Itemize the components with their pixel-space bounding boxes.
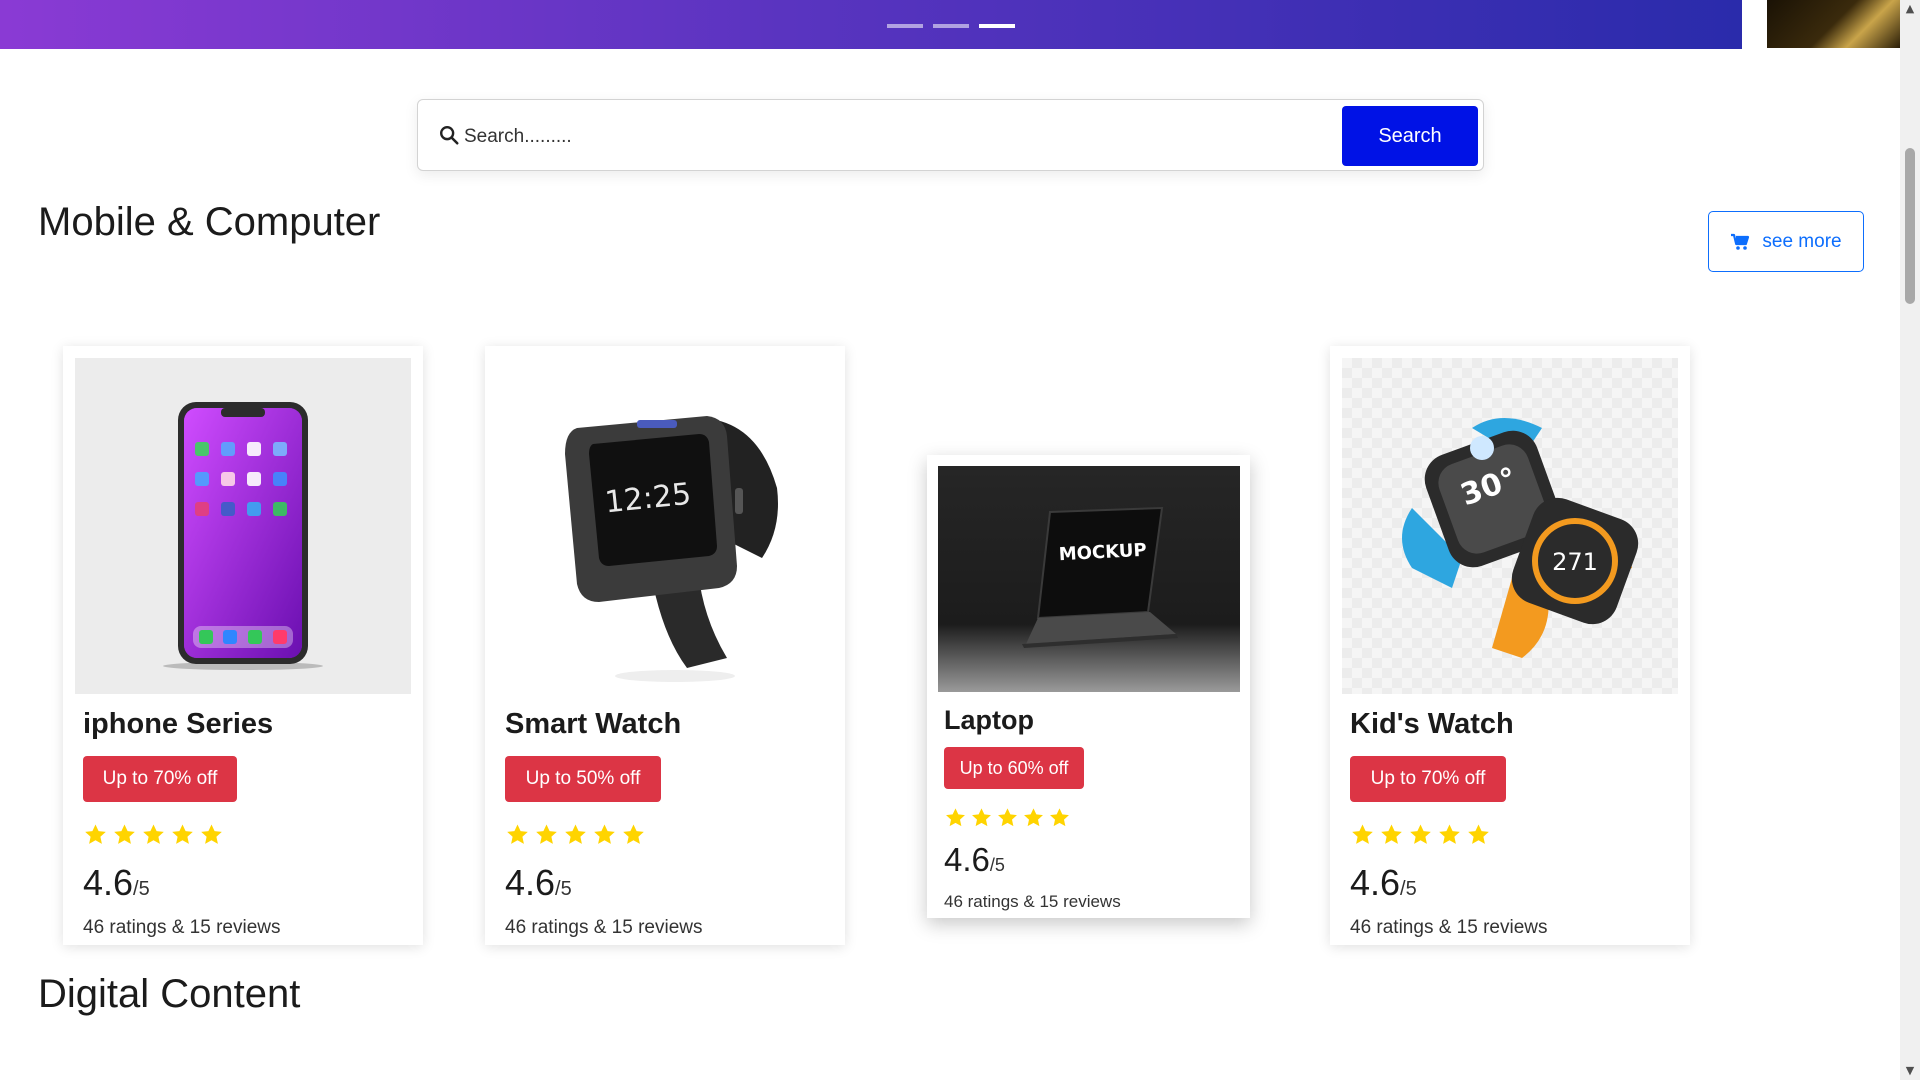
hero-carousel xyxy=(0,0,1742,49)
scrollbar-thumb[interactable] xyxy=(1905,148,1915,304)
rating-score: 4.6/5 xyxy=(1350,862,1417,903)
star-icon xyxy=(1439,824,1460,844)
star-icon xyxy=(946,808,965,827)
product-card-laptop[interactable]: MOCKUP Laptop Up to 60% off 4.6/5 46 rat… xyxy=(927,455,1250,918)
section-title-digital-content: Digital Content xyxy=(38,972,301,1016)
discount-badge: Up to 70% off xyxy=(83,756,237,802)
star-icon xyxy=(143,824,164,844)
discount-badge: Up to 50% off xyxy=(505,756,661,802)
star-icon xyxy=(85,824,106,844)
product-image-kids-watch: 30° 271 xyxy=(1342,358,1678,694)
search-button[interactable]: Search xyxy=(1342,106,1478,166)
star-icon xyxy=(1468,824,1489,844)
svg-text:271: 271 xyxy=(1552,548,1598,576)
product-name[interactable]: Smart Watch xyxy=(505,708,681,741)
page-scrollbar[interactable]: ▲ ▼ xyxy=(1900,0,1920,1080)
product-name[interactable]: iphone Series xyxy=(83,708,273,741)
search-icon xyxy=(440,126,459,145)
carousel-next-slide-image xyxy=(1767,0,1900,48)
rating-score: 4.6/5 xyxy=(83,862,150,903)
ratings-reviews-count: 46 ratings & 15 reviews xyxy=(83,917,281,938)
product-image-laptop: MOCKUP xyxy=(938,466,1240,692)
star-icon xyxy=(972,808,991,827)
star-icon xyxy=(1050,808,1069,827)
product-name[interactable]: Kid's Watch xyxy=(1350,708,1514,741)
star-icon xyxy=(1410,824,1431,844)
product-image-iphone xyxy=(75,358,411,694)
cart-icon xyxy=(1731,233,1750,250)
search-bar: Search xyxy=(417,99,1484,171)
ratings-reviews-count: 46 ratings & 15 reviews xyxy=(944,892,1121,911)
section-title-mobile-computer: Mobile & Computer xyxy=(38,200,381,244)
star-rating xyxy=(1350,823,1491,847)
star-icon xyxy=(507,824,528,844)
star-rating xyxy=(505,823,646,847)
search-input[interactable] xyxy=(462,114,1336,160)
see-more-button[interactable]: see more xyxy=(1708,211,1864,272)
rating-score: 4.6/5 xyxy=(505,862,572,903)
carousel-indicators xyxy=(887,24,1015,28)
discount-badge: Up to 60% off xyxy=(944,747,1084,789)
star-icon xyxy=(1352,824,1373,844)
carousel-indicator-2[interactable] xyxy=(933,24,969,28)
ratings-reviews-count: 46 ratings & 15 reviews xyxy=(505,917,703,938)
product-image-smart-watch: 12:25 xyxy=(497,358,833,694)
product-card-kids-watch[interactable]: 30° 271 Kid's Watch Up to 70% off 4.6/5 … xyxy=(1330,346,1690,945)
rating-score: 4.6/5 xyxy=(944,841,1005,878)
star-icon xyxy=(565,824,586,844)
carousel-indicator-1[interactable] xyxy=(887,24,923,28)
product-card-smart-watch[interactable]: 12:25 Smart Watch Up to 50% off 4.6/5 46… xyxy=(485,346,845,945)
scroll-up-arrow-icon[interactable]: ▲ xyxy=(1900,0,1920,18)
star-icon xyxy=(623,824,644,844)
star-icon xyxy=(114,824,135,844)
carousel-indicator-3[interactable] xyxy=(979,24,1015,28)
star-icon xyxy=(1024,808,1043,827)
star-icon xyxy=(998,808,1017,827)
product-name[interactable]: Laptop xyxy=(944,705,1034,736)
star-rating xyxy=(83,823,224,847)
product-card-iphone-series[interactable]: iphone Series Up to 70% off 4.6/5 46 rat… xyxy=(63,346,423,945)
star-icon xyxy=(201,824,222,844)
star-icon xyxy=(594,824,615,844)
star-icon xyxy=(172,824,193,844)
scroll-down-arrow-icon[interactable]: ▼ xyxy=(1900,1062,1920,1080)
star-rating xyxy=(944,807,1071,829)
ratings-reviews-count: 46 ratings & 15 reviews xyxy=(1350,917,1548,938)
see-more-label: see more xyxy=(1762,230,1842,252)
discount-badge: Up to 70% off xyxy=(1350,756,1506,802)
star-icon xyxy=(1381,824,1402,844)
star-icon xyxy=(536,824,557,844)
